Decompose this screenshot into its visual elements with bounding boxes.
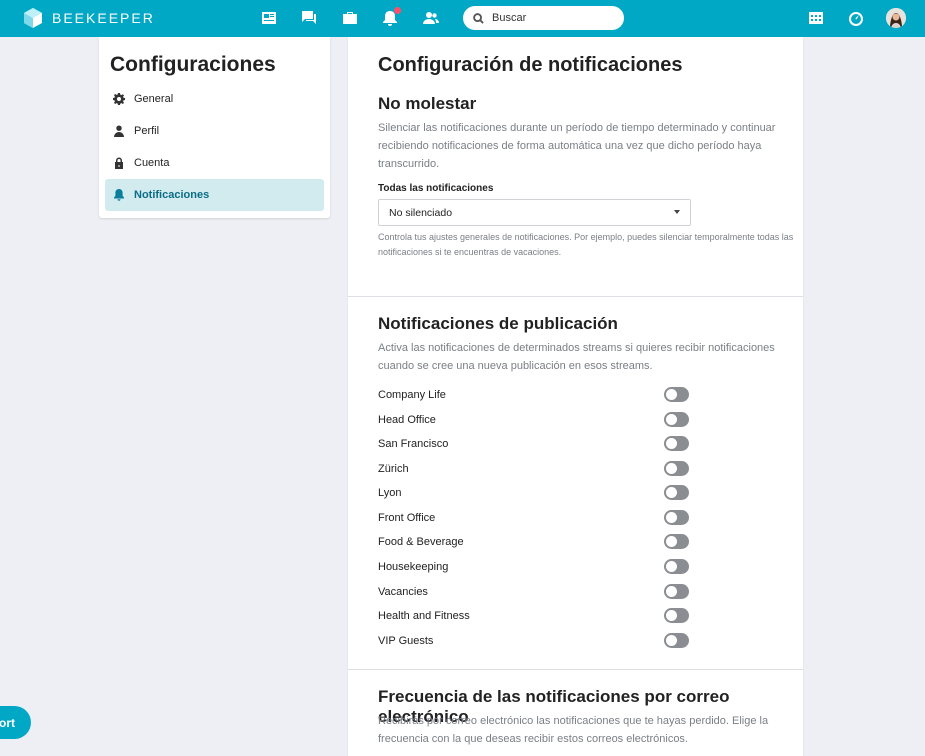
lock-icon: [112, 156, 126, 170]
bell-icon: [112, 188, 126, 202]
support-button[interactable]: ort: [0, 706, 31, 739]
sidebar-item-cuenta[interactable]: Cuenta: [105, 147, 324, 179]
stream-toggle[interactable]: [664, 412, 689, 427]
sidebar-item-label: General: [134, 93, 174, 105]
notification-dot: [394, 7, 401, 14]
stream-row: Food & Beverage: [378, 532, 690, 552]
brand[interactable]: BEEKEEPER: [24, 8, 155, 28]
stream-name: Vacancies: [378, 586, 428, 598]
sidebar-item-label: Perfil: [134, 125, 160, 137]
people-icon[interactable]: [421, 8, 441, 28]
sidebar-title: Configuraciones: [110, 53, 276, 76]
user-avatar-icon: [886, 8, 906, 28]
notification-settings-panel: Configuración de notificaciones No moles…: [348, 37, 803, 756]
stream-row: VIP Guests: [378, 631, 690, 651]
toggle-knob: [666, 536, 677, 547]
toggle-knob: [666, 463, 677, 474]
stream-row: Housekeeping: [378, 557, 690, 577]
stream-row: Company Life: [378, 385, 690, 405]
stream-row: Front Office: [378, 508, 690, 528]
stream-toggle[interactable]: [664, 436, 689, 451]
stream-name: Lyon: [378, 487, 402, 499]
stream-toggle[interactable]: [664, 559, 689, 574]
toggle-knob: [666, 389, 677, 400]
sidebar-item-perfil[interactable]: Perfil: [105, 115, 324, 147]
shifts-icon[interactable]: [806, 8, 826, 28]
chat-icon[interactable]: [299, 8, 319, 28]
toggle-knob: [666, 610, 677, 621]
stream-toggle[interactable]: [664, 510, 689, 525]
stream-row: Head Office: [378, 410, 690, 430]
stream-row: Vacancies: [378, 582, 690, 602]
stream-name: Housekeeping: [378, 561, 449, 573]
chevron-down-icon: [674, 210, 680, 214]
stream-name: Zürich: [378, 463, 409, 475]
stream-toggle[interactable]: [664, 485, 689, 500]
stream-name: San Francisco: [378, 438, 449, 450]
stream-row: Lyon: [378, 483, 690, 503]
stream-row: Zürich: [378, 459, 690, 479]
toggle-knob: [666, 512, 677, 523]
news-feed-icon[interactable]: [259, 8, 279, 28]
section-divider: [348, 669, 803, 670]
post-notifications-heading: Notificaciones de publicación: [378, 314, 618, 333]
stream-name: Company Life: [378, 389, 446, 401]
stream-toggle[interactable]: [664, 608, 689, 623]
stream-name: Head Office: [378, 414, 436, 426]
settings-sidebar: Configuraciones General Perfil Cuenta No…: [99, 37, 330, 218]
toggle-knob: [666, 561, 677, 572]
post-notifications-description: Activa las notificaciones de determinado…: [378, 342, 775, 372]
brand-name: BEEKEEPER: [52, 10, 155, 26]
stream-name: Front Office: [378, 512, 436, 524]
toggle-knob: [666, 438, 677, 449]
select-value: No silenciado: [389, 206, 453, 219]
top-bar: BEEKEEPER: [0, 0, 925, 37]
person-icon: [112, 124, 126, 138]
dnd-description: Silenciar las notificaciones durante un …: [378, 122, 776, 170]
dnd-help-text: Controla tus ajustes generales de notifi…: [378, 232, 794, 257]
toggle-knob: [666, 586, 677, 597]
toggle-knob: [666, 635, 677, 646]
stream-toggle[interactable]: [664, 461, 689, 476]
stream-row: San Francisco: [378, 434, 690, 454]
search-bar[interactable]: [463, 6, 624, 30]
sidebar-item-label: Cuenta: [134, 157, 170, 169]
notifications-icon[interactable]: [380, 7, 401, 28]
dnd-heading: No molestar: [378, 94, 477, 113]
mute-duration-select[interactable]: No silenciado: [378, 199, 691, 226]
sidebar-item-label: Notificaciones: [134, 189, 210, 201]
search-icon: [473, 12, 484, 24]
search-input[interactable]: [492, 12, 612, 24]
gear-icon: [112, 92, 126, 106]
section-divider: [348, 296, 803, 297]
stream-row: Health and Fitness: [378, 606, 690, 626]
stream-name: VIP Guests: [378, 635, 434, 647]
sidebar-item-notificaciones[interactable]: Notificaciones: [105, 179, 324, 211]
email-frequency-description: Recibirás por correo electrónico las not…: [378, 715, 769, 745]
beekeeper-logo-icon: [24, 8, 42, 28]
toggle-knob: [666, 487, 677, 498]
stream-toggle[interactable]: [664, 534, 689, 549]
stream-toggle[interactable]: [664, 387, 689, 402]
avatar[interactable]: [886, 8, 906, 28]
stream-name: Health and Fitness: [378, 610, 470, 622]
dashboard-icon[interactable]: [846, 8, 866, 28]
tools-icon[interactable]: [340, 8, 360, 28]
page-title: Configuración de notificaciones: [378, 54, 683, 76]
stream-name: Food & Beverage: [378, 536, 464, 548]
toggle-knob: [666, 414, 677, 425]
stream-toggle[interactable]: [664, 633, 689, 648]
sidebar-item-general[interactable]: General: [105, 83, 324, 115]
stream-toggle[interactable]: [664, 584, 689, 599]
all-notifications-label: Todas las notificaciones: [378, 183, 494, 194]
